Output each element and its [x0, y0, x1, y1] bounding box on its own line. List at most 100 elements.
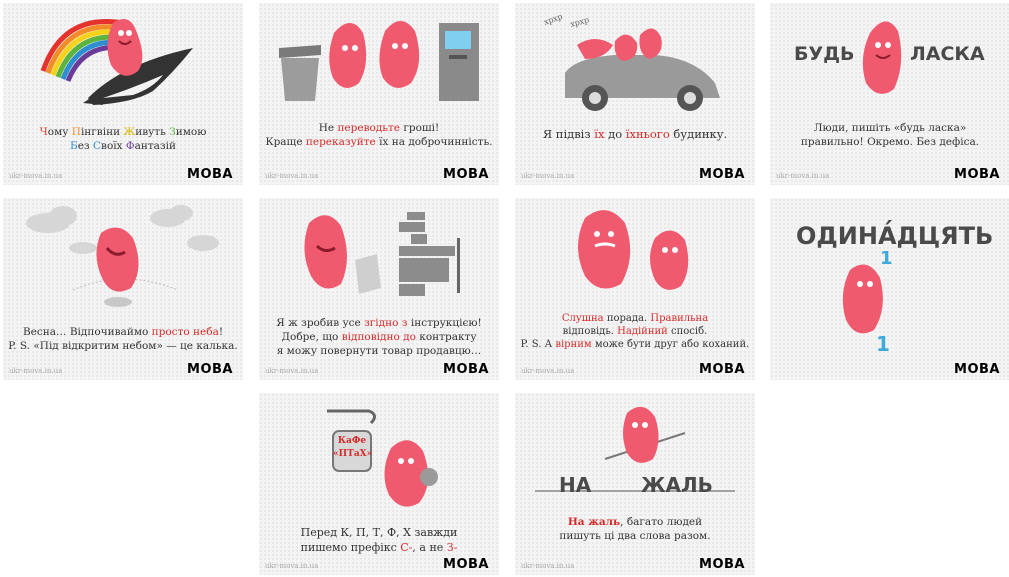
- site-url[interactable]: ukr-mova.in.ua: [265, 562, 318, 570]
- card-6-caption: Я ж зробив усе згідно з інструкцією! Доб…: [263, 316, 495, 358]
- highlight: просто неба: [151, 326, 219, 338]
- site-url[interactable]: ukr-mova.in.ua: [521, 367, 574, 375]
- character-icon: [578, 210, 689, 290]
- atm-icon: [439, 23, 479, 101]
- card-please: БУДЬ ЛАСКА Люди, пишіть «будь ласка» пра…: [770, 3, 1009, 185]
- big-word-right: ЖАЛЬ: [641, 473, 713, 497]
- mova-logo: МОВА: [699, 167, 745, 182]
- text: спосіб.: [667, 326, 708, 337]
- text: P. S. А: [520, 339, 556, 350]
- highlight: вірним: [555, 339, 592, 350]
- word-7-first: Ф: [125, 140, 135, 152]
- word-6-first: С: [92, 140, 102, 152]
- highlight: їх: [594, 127, 605, 141]
- mova-logo: МОВА: [443, 557, 489, 572]
- word-6-rest: воїх: [101, 140, 123, 152]
- text: до: [604, 127, 626, 141]
- text: контракту: [415, 331, 477, 343]
- word-5-first: Б: [69, 140, 78, 152]
- site-url[interactable]: ukr-mova.in.ua: [521, 172, 574, 180]
- card-money: Не переводьте гроші! Краще переказуйте ї…: [259, 3, 499, 185]
- word-6: Своїх: [93, 140, 123, 152]
- card-1-caption: Чому Пінгвіни Живуть Зимою Без Своїх Фан…: [7, 125, 239, 153]
- word-7: Фантазій: [126, 140, 176, 152]
- word-5: Без: [70, 140, 90, 152]
- character-icon: [384, 440, 438, 507]
- card-eleven: ОДИНА́ДЦЯТЬ 1 1 МОВА: [770, 198, 1009, 380]
- card-penguins: Чому Пінгвіни Живуть Зимою Без Своїх Фан…: [3, 3, 243, 185]
- card-3-caption: Я підвіз їх до їхнього будинку.: [519, 127, 751, 141]
- text: відповідь.: [562, 326, 618, 337]
- character-icon: [623, 406, 659, 463]
- mova-logo: МОВА: [699, 362, 745, 377]
- card-9-caption: Перед К, П, Т, Ф, Х завжди пишемо префік…: [263, 525, 495, 555]
- unfortunately-illustration: [535, 406, 735, 492]
- card-car: xpxp xpxp Я підвіз їх до їхнього будинку…: [515, 3, 755, 185]
- site-url[interactable]: ukr-mova.in.ua: [265, 367, 318, 375]
- text: !: [218, 326, 224, 338]
- text: Я підвіз: [542, 127, 595, 141]
- site-url[interactable]: ukr-mova.in.ua: [265, 172, 318, 180]
- text: інструкцією!: [407, 317, 482, 329]
- snore-text-2: xpxp: [569, 15, 590, 29]
- file-cabinet-icon: [399, 212, 460, 296]
- mova-logo: МОВА: [443, 362, 489, 377]
- card-7-caption: Слушна порада. Правильна відповідь. Наді…: [519, 312, 751, 351]
- word-2-rest: інгвіни: [80, 126, 121, 138]
- word-3-first: Ж: [123, 126, 136, 138]
- sign-line-1: КаФе: [337, 436, 367, 446]
- mova-logo: МОВА: [443, 167, 489, 182]
- word-7-rest: антазій: [134, 140, 177, 152]
- text: Перед К, П, Т, Ф, Х завжди: [300, 526, 458, 539]
- word-1: Чому: [40, 126, 69, 138]
- text: може бути друг або коханий.: [591, 339, 750, 350]
- card-cafe: КаФе «ПТаХ» Перед К, П, Т, Ф, Х завжди п…: [259, 393, 499, 575]
- highlight: переказуйте: [305, 136, 376, 148]
- text: Весна… Відпочиваймо: [22, 326, 152, 338]
- highlight: відповідно до: [341, 331, 416, 343]
- text: P. S. «Під відкритим небом» — це калька.: [8, 340, 238, 352]
- text: , а не: [412, 541, 447, 554]
- mova-logo: МОВА: [187, 167, 233, 182]
- trash-bin-icon: [279, 45, 321, 101]
- site-url[interactable]: ukr-mova.in.ua: [9, 172, 62, 180]
- text: пишемо префікс: [300, 541, 401, 554]
- highlight: На жаль: [567, 516, 621, 528]
- character-icon: [304, 215, 347, 289]
- highlight: Надійний: [617, 326, 668, 337]
- word-1-first: Ч: [39, 126, 48, 138]
- word-5-rest: ез: [77, 140, 90, 152]
- card-instruction: Я ж зробив усе згідно з інструкцією! Доб…: [259, 198, 499, 380]
- card-spring: Весна… Відпочиваймо просто неба! P. S. «…: [3, 198, 243, 380]
- text: , багато людей: [620, 516, 703, 528]
- mova-logo: МОВА: [954, 362, 1000, 377]
- advice-illustration: [578, 210, 689, 290]
- character-icon: [329, 21, 420, 88]
- text: Добре, що: [281, 331, 342, 343]
- please-illustration: [862, 21, 902, 94]
- text: я можу повернути товар продавцю…: [276, 345, 482, 357]
- penguin-illustration: [40, 19, 193, 105]
- caption-line: правильно! Окремо. Без дефіса.: [800, 136, 980, 148]
- highlight: С-: [400, 541, 413, 554]
- text: їх на доброчинність.: [375, 136, 493, 148]
- site-url[interactable]: ukr-mova.in.ua: [776, 172, 829, 180]
- highlight: їхнього: [625, 127, 670, 141]
- card-2-caption: Не переводьте гроші! Краще переказуйте ї…: [263, 121, 495, 149]
- highlight: Слушна: [561, 313, 604, 324]
- word-3-rest: ивуть: [135, 126, 166, 138]
- character-icon: [862, 21, 902, 94]
- word-2-first: П: [71, 126, 81, 138]
- site-url[interactable]: ukr-mova.in.ua: [521, 562, 574, 570]
- character-icon: [842, 264, 883, 334]
- highlight: З-: [446, 541, 458, 554]
- highlight: Правильна: [650, 313, 709, 324]
- card-advice: Слушна порада. Правильна відповідь. Наді…: [515, 198, 755, 380]
- card-5-caption: Весна… Відпочиваймо просто неба! P. S. «…: [7, 325, 239, 353]
- digit-one-bottom: 1: [876, 332, 890, 356]
- car-icon: [565, 55, 720, 111]
- text: Я ж зробив усе: [276, 317, 365, 329]
- site-url[interactable]: ukr-mova.in.ua: [9, 367, 62, 375]
- mova-logo: МОВА: [699, 557, 745, 572]
- big-word-left: НА: [559, 473, 592, 497]
